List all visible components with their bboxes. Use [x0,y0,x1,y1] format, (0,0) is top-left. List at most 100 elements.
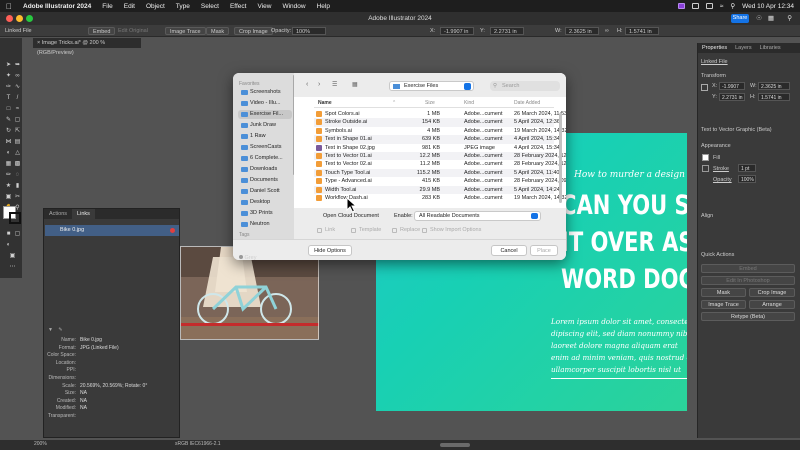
sidebar-item-exercise-files[interactable]: Exercise Fil... [238,110,292,119]
props-opacity-label[interactable]: Opacity [713,177,732,183]
artboard-tool-icon[interactable]: ▣ [5,194,12,201]
pen-tool-icon[interactable]: ✑ [5,84,12,91]
slice-tool-icon[interactable]: ✂ [14,194,21,201]
retype-button[interactable]: Retype (Beta) [701,312,795,321]
sidebar-item-1-raw[interactable]: 1 Raw [238,132,292,141]
eraser-tool-icon[interactable]: ▢ [14,117,21,124]
more-tools-icon[interactable]: ⋯ [9,264,16,271]
graph-tool-icon[interactable]: ▮ [14,183,21,190]
location-popup[interactable]: Exercise Files [389,81,474,91]
free-transform-tool-icon[interactable]: ▤ [14,139,21,146]
scale-tool-icon[interactable]: ⇱ [14,128,21,135]
file-list-scrollbar[interactable] [559,113,562,203]
file-row[interactable]: Width Tool.ai 29.9 MB Adobe...cument 5 Apri… [314,185,560,194]
linked-file-link[interactable]: Linked File [5,27,32,35]
text-to-vector-link[interactable]: Text to Vector Graphic (Beta) [701,127,772,133]
tab-links[interactable]: Links [72,209,95,219]
tag-grey-item[interactable]: Grey [239,255,256,261]
menu-object[interactable]: Object [146,3,165,10]
file-row[interactable]: Stroke Outside.ai 154 KB Adobe...cument 5 A… [314,118,560,127]
tab-libraries[interactable]: Libraries [756,43,785,53]
sidebar-item-downloads[interactable]: Downloads [238,165,292,174]
mesh-tool-icon[interactable]: ▦ [5,161,12,168]
props-stroke-label[interactable]: Stroke [713,166,729,172]
template-checkbox[interactable] [351,228,356,233]
sort-chevron-icon[interactable]: ⌃ [392,100,396,106]
column-date-added[interactable]: Date Added [514,100,540,106]
menu-select[interactable]: Select [201,3,219,10]
tab-layers[interactable]: Layers [731,43,756,53]
tab-properties[interactable]: Properties [698,43,731,53]
gradient-tool-icon[interactable]: ▩ [14,161,21,168]
props-x-field[interactable]: -1.9907 [719,82,745,90]
h-field[interactable]: 1.5741 in [625,27,659,35]
share-button[interactable]: Share [731,14,749,23]
direct-selection-tool-icon[interactable]: ➥ [14,62,21,69]
file-row[interactable]: Touch Type Tool.ai 115.2 MB Adobe...cument… [314,168,559,178]
file-row[interactable]: Symbols.ai 4 MB Adobe...cument 19 March 202… [314,127,566,135]
workspace-icon[interactable]: ▦ [768,14,774,22]
hide-options-button[interactable]: Hide Options [308,245,352,256]
type-tool-icon[interactable]: T [5,95,12,102]
props-y-field[interactable]: 2.2731 in [719,93,745,101]
sidebar-item-screencasts[interactable]: ScreenCasts [238,143,292,152]
link-proportions-icon[interactable]: ∞ [605,27,609,35]
screen-mode-icon[interactable]: ▣ [9,253,16,260]
props-mask-button[interactable]: Mask [701,288,746,297]
sidebar-item-video[interactable]: Video - Illu... [238,99,292,108]
props-w-field[interactable]: 2.3625 in [758,82,790,90]
sidebar-item-home[interactable]: Daniel Scott [238,187,292,196]
enable-select[interactable]: All Readable Documents [414,211,541,221]
selection-tool-icon[interactable]: ➤ [5,62,12,69]
cancel-button[interactable]: Cancel [491,245,527,256]
width-tool-icon[interactable]: ⋈ [5,139,12,146]
menu-view[interactable]: View [257,3,271,10]
line-tool-icon[interactable]: / [14,95,21,102]
sidebar-item-documents[interactable]: Documents [238,176,292,185]
stroke-weight-field[interactable]: 1 pt [738,164,756,172]
fill-color-swatch[interactable] [702,154,709,161]
opacity-field[interactable]: 100% [292,27,326,35]
color-mode-icon[interactable]: ■ [5,231,12,238]
relink-icon[interactable]: ▼ [48,327,53,333]
none-mode-icon[interactable]: ▢ [14,231,21,238]
sidebar-item-desktop[interactable]: Desktop [238,198,292,207]
w-field[interactable]: 2.3625 in [565,27,599,35]
props-embed-button[interactable]: Embed [701,264,795,273]
y-field[interactable]: 2.2731 in [490,27,524,35]
symbol-sprayer-tool-icon[interactable]: ★ [5,183,12,190]
mask-button[interactable]: Mask [206,27,230,35]
rectangle-tool-icon[interactable]: □ [5,106,12,113]
grid-view-icon[interactable]: ▦ [352,81,358,88]
paintbrush-tool-icon[interactable]: ≈ [14,106,21,113]
show-options-icon[interactable]: ✎ [58,327,62,333]
perspective-tool-icon[interactable]: △ [14,150,21,157]
file-row[interactable]: Type - Advanced.ai 415 KB Adobe...cument 28… [314,177,566,185]
document-tab[interactable]: × Image Tricks.ai* @ 200 % (RGB/Preview) [33,38,141,56]
sidebar-item-screenshots[interactable]: Screenshots [238,88,292,97]
menu-window[interactable]: Window [282,3,305,10]
list-view-icon[interactable]: ☰ [332,81,337,88]
link-item[interactable]: Bike 0.jpg [45,225,179,236]
menu-file[interactable]: File [102,3,112,10]
menu-effect[interactable]: Effect [230,3,247,10]
bell-icon[interactable]: ☉ [756,14,762,22]
curvature-tool-icon[interactable]: ∿ [14,84,21,91]
eyedropper-tool-icon[interactable]: ✏ [5,172,12,179]
file-row[interactable]: Text to Vector 01.ai 12.2 MB Adobe...cumen… [314,152,566,161]
screen-icon[interactable] [691,3,699,9]
draw-mode-icon[interactable]: ◐ [5,242,12,249]
crop-image-button[interactable]: Crop Image [234,27,273,35]
stroke-swatch[interactable] [9,212,21,224]
props-opacity-field[interactable]: 100% [738,175,756,183]
props-arrange-button[interactable]: Arrange [749,300,795,309]
props-h-field[interactable]: 1.5741 in [758,93,790,101]
zoom-level[interactable]: 200% [34,441,47,447]
column-size[interactable]: Size [425,100,435,106]
wifi-icon[interactable]: ≈ [720,3,724,10]
file-row[interactable]: Text to Vector 02.ai 11.2 MB Adobe...cumen… [314,160,566,168]
props-image-trace-button[interactable]: Image Trace [701,300,746,309]
magic-wand-tool-icon[interactable]: ✦ [5,73,12,80]
edit-original-button[interactable]: Edit Original [118,27,148,35]
image-trace-button[interactable]: Image Trace [165,27,206,35]
